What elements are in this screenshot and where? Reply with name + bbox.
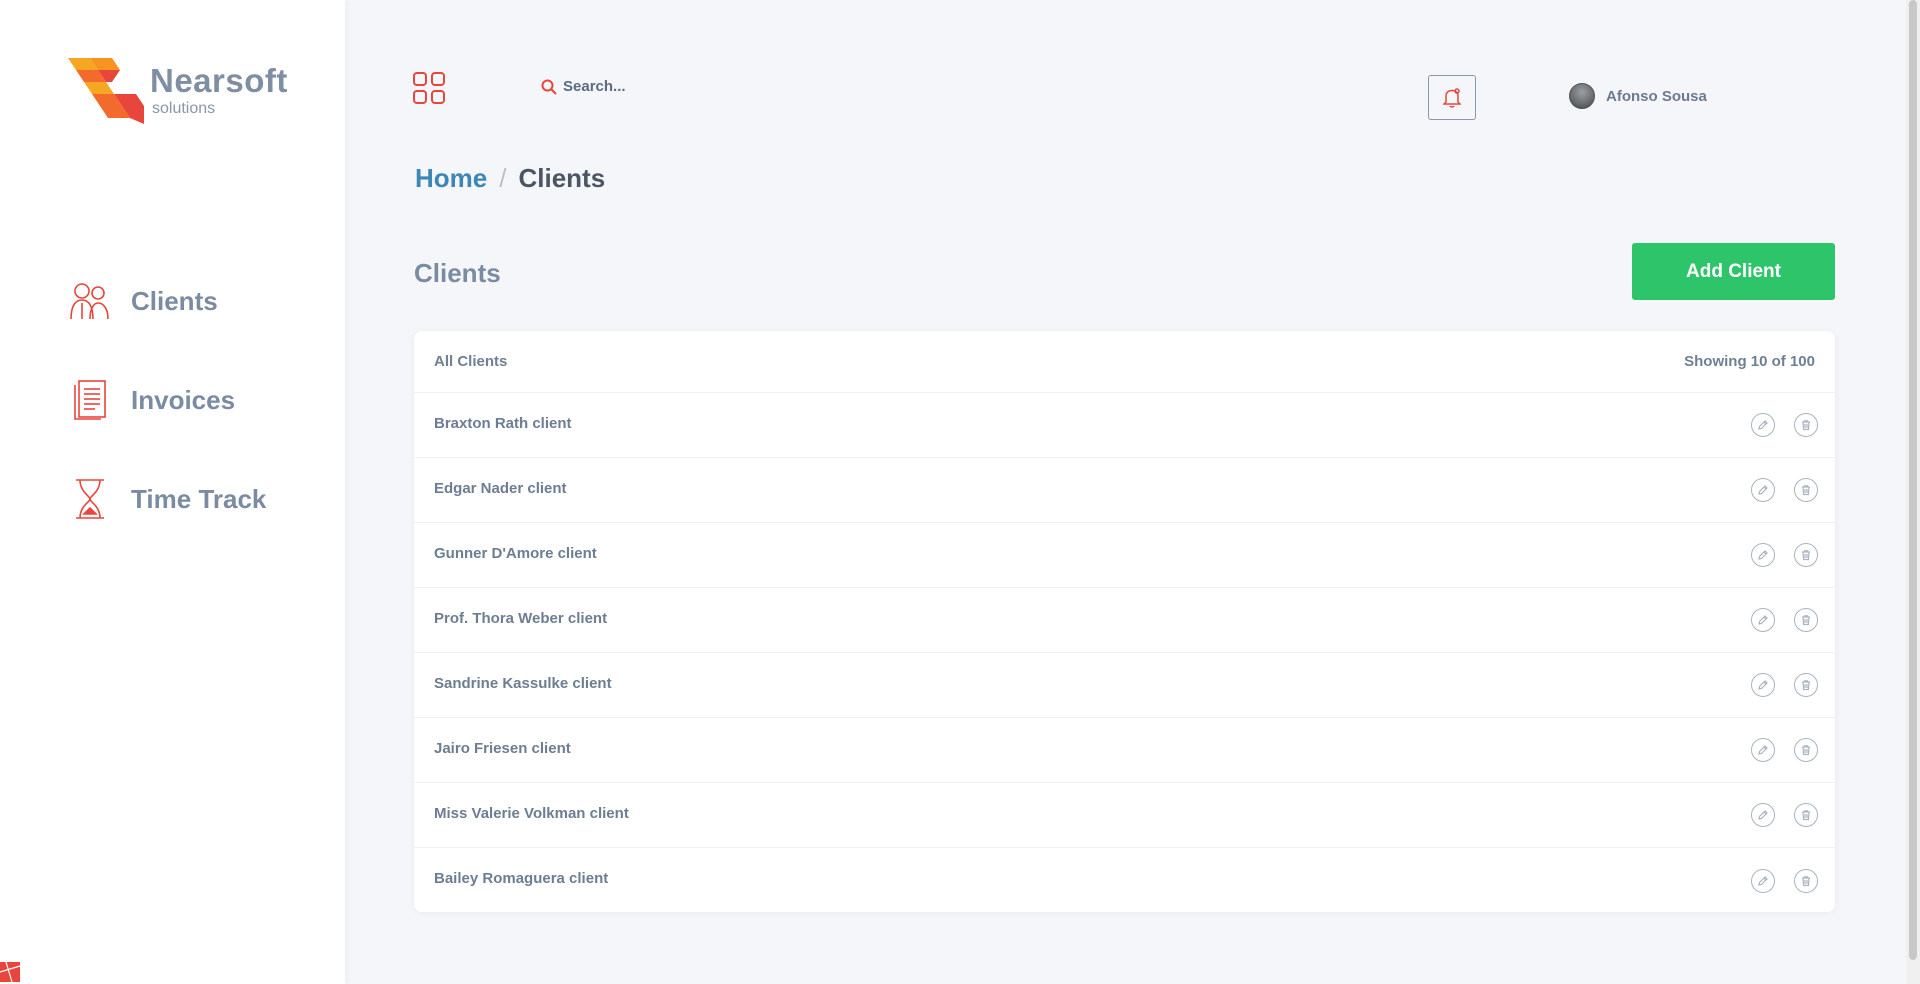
row-actions — [1732, 868, 1818, 893]
row-actions — [1732, 478, 1818, 502]
client-name[interactable]: Miss Valerie Volkman client — [434, 805, 629, 822]
delete-button[interactable] — [1794, 608, 1818, 632]
notifications-button[interactable] — [1428, 75, 1476, 120]
pencil-icon — [1757, 614, 1769, 626]
brand-subtitle: solutions — [152, 100, 216, 117]
table-row[interactable]: Bailey Romaguera client — [414, 848, 1835, 912]
client-name[interactable]: Bailey Romaguera client — [434, 870, 608, 887]
table-row[interactable]: Miss Valerie Volkman client — [414, 783, 1835, 848]
table-row[interactable]: Sandrine Kassulke client — [414, 653, 1835, 718]
pencil-icon — [1757, 809, 1769, 821]
edit-button[interactable] — [1751, 543, 1775, 567]
delete-button[interactable] — [1794, 803, 1818, 827]
clients-list: Braxton Rath client Edgar Nader client Gun… — [414, 393, 1835, 912]
row-actions — [1732, 543, 1818, 567]
delete-button[interactable] — [1794, 543, 1818, 567]
row-actions — [1732, 738, 1818, 762]
pencil-icon — [1757, 549, 1769, 561]
pencil-icon — [1757, 419, 1769, 431]
edit-button[interactable] — [1751, 738, 1775, 762]
search-icon — [541, 79, 557, 95]
trash-icon — [1800, 549, 1812, 561]
sidebar-item-label: Invoices — [131, 384, 236, 415]
trash-icon — [1800, 744, 1812, 756]
clients-list-card: All Clients Showing 10 of 100 Braxton Ra… — [414, 331, 1835, 912]
delete-button[interactable] — [1794, 413, 1818, 437]
sidebar: Nearsoft solutions Clients Invoices Time… — [0, 0, 345, 984]
hourglass-icon — [68, 477, 112, 521]
page-scrollbar[interactable] — [1906, 0, 1920, 984]
row-actions — [1732, 608, 1818, 632]
sidebar-item-invoices[interactable]: Invoices — [68, 375, 266, 425]
edit-button[interactable] — [1751, 413, 1775, 437]
trash-icon — [1800, 679, 1812, 691]
edit-button[interactable] — [1751, 673, 1775, 697]
list-title: All Clients — [434, 353, 508, 370]
list-header: All Clients Showing 10 of 100 — [414, 331, 1835, 393]
nearsoft-logo-icon — [68, 58, 144, 124]
breadcrumb-current: Clients — [518, 163, 606, 193]
scrollbar-thumb[interactable] — [1909, 0, 1917, 960]
delete-button[interactable] — [1794, 673, 1818, 697]
client-name[interactable]: Prof. Thora Weber client — [434, 610, 607, 627]
sidebar-item-label: Clients — [131, 285, 218, 316]
delete-button[interactable] — [1794, 868, 1818, 893]
client-name[interactable]: Gunner D'Amore client — [434, 545, 597, 562]
table-row[interactable]: Braxton Rath client — [414, 393, 1835, 458]
invoices-icon — [68, 378, 112, 422]
row-actions — [1732, 673, 1818, 697]
brand-logo[interactable]: Nearsoft solutions — [68, 58, 288, 124]
breadcrumb-separator: / — [499, 163, 507, 193]
trash-icon — [1800, 614, 1812, 626]
clients-icon — [68, 279, 112, 323]
delete-button[interactable] — [1794, 478, 1818, 502]
sidebar-item-clients[interactable]: Clients — [68, 276, 266, 326]
add-client-button[interactable]: Add Client — [1632, 243, 1835, 300]
trash-icon — [1800, 809, 1812, 821]
pencil-icon — [1757, 875, 1769, 887]
client-name[interactable]: Jairo Friesen client — [434, 740, 571, 757]
top-bar: Afonso Sousa — [345, 44, 1906, 130]
trash-icon — [1800, 419, 1812, 431]
pencil-icon — [1757, 484, 1769, 496]
apps-grid-button[interactable] — [413, 72, 445, 104]
row-actions — [1732, 413, 1818, 437]
search-bar — [541, 78, 763, 95]
edit-button[interactable] — [1751, 478, 1775, 502]
search-input[interactable] — [563, 78, 763, 95]
breadcrumb: Home / Clients — [415, 163, 605, 194]
user-menu[interactable]: Afonso Sousa — [1569, 83, 1707, 109]
grid-shape-icon — [0, 961, 21, 983]
edit-button[interactable] — [1751, 868, 1775, 893]
client-name[interactable]: Edgar Nader client — [434, 480, 567, 497]
delete-button[interactable] — [1794, 738, 1818, 762]
pencil-icon — [1757, 679, 1769, 691]
table-row[interactable]: Prof. Thora Weber client — [414, 588, 1835, 653]
breadcrumb-home-link[interactable]: Home — [415, 163, 487, 194]
sidebar-item-time-track[interactable]: Time Track — [68, 474, 266, 524]
row-actions — [1732, 803, 1818, 827]
results-count: Showing 10 of 100 — [1684, 353, 1815, 370]
page-title: Clients — [414, 258, 501, 288]
avatar — [1569, 83, 1595, 109]
sidebar-item-label: Time Track — [131, 483, 267, 514]
sidebar-nav: Clients Invoices Time Track — [68, 276, 266, 573]
trash-icon — [1800, 875, 1812, 887]
edit-button[interactable] — [1751, 608, 1775, 632]
table-row[interactable]: Jairo Friesen client — [414, 718, 1835, 783]
grid-icon — [413, 72, 445, 104]
edit-button[interactable] — [1751, 803, 1775, 827]
client-name[interactable]: Sandrine Kassulke client — [434, 675, 612, 692]
brand-name: Nearsoft — [150, 62, 288, 99]
table-row[interactable]: Edgar Nader client — [414, 458, 1835, 523]
bell-icon — [1443, 87, 1461, 108]
table-row[interactable]: Gunner D'Amore client — [414, 523, 1835, 588]
trash-icon — [1800, 484, 1812, 496]
user-name: Afonso Sousa — [1606, 87, 1707, 105]
client-name[interactable]: Braxton Rath client — [434, 415, 572, 432]
pencil-icon — [1757, 744, 1769, 756]
